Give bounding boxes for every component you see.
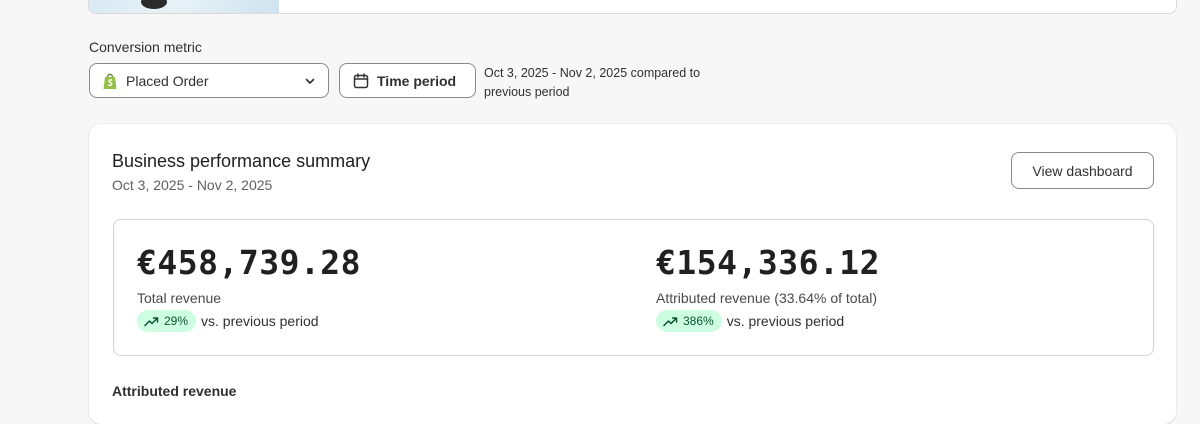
attributed-revenue-metric: €154,336.12 Attributed revenue (33.64% o…: [656, 244, 880, 332]
change-badge: 29%: [137, 310, 197, 332]
total-revenue-comparison: 29% vs. previous period: [137, 310, 361, 332]
change-badge: 386%: [656, 310, 722, 332]
card-date-range: Oct 3, 2025 - Nov 2, 2025: [112, 177, 273, 193]
conversion-metric-label: Conversion metric: [89, 39, 202, 55]
change-percent: 29%: [164, 314, 189, 328]
calendar-icon: [353, 72, 369, 89]
total-revenue-metric: €458,739.28 Total revenue 29% vs. previo…: [137, 244, 361, 332]
previous-card: [88, 0, 1177, 14]
change-percent: 386%: [683, 314, 714, 328]
attributed-revenue-value: €154,336.12: [656, 243, 881, 282]
chevron-down-icon: [304, 75, 316, 87]
comparison-text: vs. previous period: [201, 313, 319, 329]
trend-up-icon: [663, 315, 678, 327]
comparison-period-text: Oct 3, 2025 - Nov 2, 2025 compared to pr…: [484, 66, 701, 99]
view-dashboard-button[interactable]: View dashboard: [1011, 152, 1154, 189]
metrics-panel: €458,739.28 Total revenue 29% vs. previo…: [113, 219, 1154, 356]
conversion-metric-select[interactable]: Placed Order: [89, 63, 329, 98]
thumbnail-image: [89, 0, 279, 13]
attributed-revenue-heading: Attributed revenue: [112, 383, 237, 399]
attributed-revenue-label: Attributed revenue (33.64% of total): [656, 290, 878, 306]
shopify-bag-icon: [102, 72, 118, 90]
time-period-label: Time period: [377, 72, 457, 89]
selected-metric-value: Placed Order: [126, 72, 209, 89]
business-performance-card: Business performance summary Oct 3, 2025…: [89, 124, 1176, 424]
attributed-revenue-comparison: 386% vs. previous period: [656, 310, 880, 332]
time-period-button[interactable]: Time period: [339, 63, 476, 98]
total-revenue-value: €458,739.28: [137, 243, 362, 282]
total-revenue-label: Total revenue: [137, 290, 222, 306]
trend-up-icon: [144, 315, 159, 327]
thumbnail-shape: [141, 0, 167, 9]
card-title: Business performance summary: [112, 151, 371, 171]
comparison-text: vs. previous period: [726, 313, 845, 329]
